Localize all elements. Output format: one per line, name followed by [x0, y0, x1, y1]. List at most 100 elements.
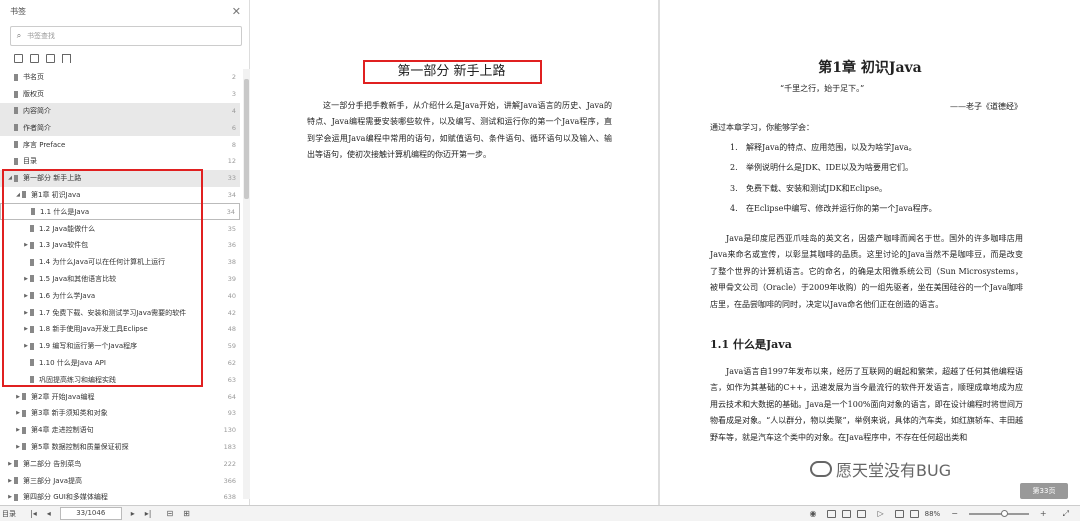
toc-item[interactable]: 目录 12 — [0, 153, 240, 170]
toc-item[interactable]: ▶ 第4章 走进控制语句 130 — [0, 422, 240, 439]
page-icon — [22, 409, 26, 417]
add-bookmark-icon[interactable] — [46, 54, 55, 63]
page-icon — [14, 124, 18, 132]
prev-page-icon[interactable]: ◂ — [47, 509, 51, 518]
toc-item[interactable]: 书名页 2 — [0, 69, 240, 86]
toc-item[interactable]: ▶ 第5章 数据控制和质量保证初探 183 — [0, 439, 240, 456]
chapter-paragraph-2: Java语言自1997年发布以来，经历了互联网的崛起和繁荣，超越了任何其他编程语… — [710, 367, 1023, 442]
page-icon — [14, 141, 18, 149]
expand-arrow-icon[interactable]: ▶ — [14, 394, 22, 400]
toc-item-page: 33 — [227, 174, 236, 183]
goal-item: 4. 在Eclipse中编写、修改并运行你的第一个Java程序。 — [730, 203, 937, 223]
page-icon — [22, 393, 26, 401]
chapter-quote: “千里之行，始于足下。” — [780, 84, 865, 93]
toc-item[interactable]: ▶ 第四部分 GUI和多媒体编程 638 — [0, 489, 240, 506]
expand-arrow-icon[interactable]: ▶ — [6, 461, 14, 467]
first-page-icon[interactable]: |◂ — [30, 509, 37, 518]
single-page-icon[interactable] — [827, 509, 837, 518]
toc-item[interactable]: 版权页 3 — [0, 86, 240, 103]
scrollbar-thumb[interactable] — [244, 79, 249, 199]
toc-item[interactable]: 作者简介 6 — [0, 119, 240, 137]
goal-item: 2. 举例说明什么是JDK、IDE以及为啥要用它们。 — [730, 162, 937, 182]
toc-item-page: 42 — [227, 308, 236, 317]
learning-goals: 1. 解释Java的特点、应用范围，以及为啥学Java。 2. 举例说明什么是JDK、… — [730, 142, 937, 223]
toc-item-label: 第4章 走进控制语句 — [31, 426, 94, 435]
goal-text: 在Eclipse中编写、修改并运行你的第一个Java程序。 — [746, 203, 937, 213]
expand-arrow-icon[interactable]: ▶ — [6, 494, 14, 500]
page-icon — [14, 477, 18, 485]
close-icon[interactable]: ✕ — [232, 5, 241, 18]
toc-item-label: 目录 — [23, 157, 37, 166]
toc-item[interactable]: 序言 Preface 8 — [0, 136, 240, 153]
bookmark-icon[interactable] — [62, 54, 71, 63]
toc-item-label: 第四部分 GUI和多媒体编程 — [23, 493, 108, 502]
toc-item-page: 62 — [227, 358, 236, 367]
page-icon — [14, 107, 18, 115]
zoom-in-icon[interactable]: + — [1040, 509, 1047, 518]
toc-item-label: 版权页 — [23, 90, 44, 99]
last-page-icon[interactable]: ▸| — [145, 509, 152, 518]
left-page: 第一部分 新手上路 这一部分手把手教新手，从介绍什么是Java开始，讲解Java… — [250, 0, 658, 505]
toc-item-page: 39 — [227, 274, 236, 283]
toc-item[interactable]: 内容简介 4 — [0, 102, 240, 120]
toc-item-page: 12 — [227, 157, 236, 166]
highlight-box-toc — [2, 169, 203, 387]
toc-item[interactable]: ▶ 第3章 新手须知类和对象 93 — [0, 405, 240, 422]
expand-all-icon[interactable] — [14, 54, 23, 63]
chapter-title: 第1章 初识Java — [818, 60, 922, 76]
toc-item-page: 36 — [227, 241, 236, 250]
toc-item-page: 130 — [223, 426, 236, 435]
toc-item-page: 366 — [223, 476, 236, 485]
toc-item[interactable]: ▶ 第三部分 Java提高 366 — [0, 472, 240, 489]
bookmark-search-input[interactable]: ⌕ 书签查找 — [10, 26, 242, 46]
sidebar-scrollbar[interactable] — [243, 69, 250, 499]
toc-item[interactable]: ▶ 第二部分 告别菜鸟 222 — [0, 455, 240, 472]
expand-arrow-icon[interactable]: ▶ — [14, 410, 22, 416]
goal-text: 举例说明什么是JDK、IDE以及为啥要用它们。 — [746, 163, 914, 173]
toc-item-label: 第3章 新手须知类和对象 — [31, 409, 108, 418]
wechat-icon — [810, 461, 832, 477]
chapter-paragraph-1: Java是印度尼西亚爪哇岛的英文名，因盛产咖啡而闻名于世。国外的许多咖啡店用Ja… — [710, 234, 1023, 309]
right-page: 第1章 初识Java “千里之行，始于足下。” ——老子《道德经》 通过本章学习… — [660, 0, 1080, 505]
view-tools: ◉ ▷ 88% − + ⤢ — [804, 506, 1074, 521]
watermark-text: 愿天堂没有BUG — [836, 461, 952, 480]
toc-item-label: 第三部分 Java提高 — [23, 476, 83, 485]
expand-arrow-icon[interactable]: ▶ — [14, 444, 22, 450]
toc-item-page: 34 — [227, 190, 236, 199]
zoom-level: 88% — [924, 509, 941, 518]
sidebar-header: 书签 ✕ — [0, 0, 249, 22]
collapse-all-icon[interactable] — [30, 54, 39, 63]
zoom-slider[interactable] — [968, 509, 1029, 517]
zoom-out-icon[interactable]: − — [951, 509, 958, 518]
fit-width-icon[interactable] — [909, 509, 919, 518]
toc-item-label: 第5章 数据控制和质量保证初探 — [31, 442, 129, 451]
toc-item-page: 38 — [227, 258, 236, 267]
fullscreen-icon[interactable]: ⤢ — [1063, 509, 1069, 519]
part-intro: 这一部分手把手教新手，从介绍什么是Java开始，讲解Java语言的历史、Java… — [307, 101, 612, 160]
toc-item-page: 2 — [231, 73, 236, 82]
goal-number: 1. — [730, 143, 738, 152]
continuous-icon[interactable] — [857, 509, 867, 518]
expand-arrow-icon[interactable]: ▶ — [14, 427, 22, 433]
page-number-input[interactable]: 33/1046 — [59, 507, 122, 520]
back-icon[interactable]: ⊟ — [166, 509, 173, 518]
fit-page-icon[interactable] — [894, 509, 904, 518]
toc-item-label: 第二部分 告别菜鸟 — [23, 459, 82, 468]
double-page-icon[interactable] — [842, 509, 852, 518]
page-icon — [14, 157, 18, 165]
toc-item[interactable]: ▶ 第2章 开始Java编程 64 — [0, 388, 240, 405]
goals-intro: 通过本章学习，你能够学会： — [710, 123, 814, 132]
toc-item-page: 34 — [226, 207, 235, 216]
forward-icon[interactable]: ⊞ — [183, 509, 190, 518]
expand-arrow-icon[interactable]: ▶ — [6, 478, 14, 484]
zoom-knob[interactable] — [1000, 509, 1008, 517]
sidebar-toolbar — [0, 46, 249, 68]
eye-icon[interactable]: ◉ — [809, 509, 816, 518]
quote-author: ——老子《道德经》 — [950, 102, 1022, 111]
play-icon[interactable]: ▷ — [877, 509, 883, 518]
toc-item-label: 作者简介 — [23, 123, 51, 132]
toc-item-page: 4 — [231, 106, 236, 115]
status-bar: 目录 |◂ ◂ 33/1046 ▸ ▸| ⊟ ⊞ ◉ ▷ 88% − + ⤢ — [0, 505, 1080, 521]
watermark: 愿天堂没有BUG — [810, 457, 951, 481]
next-page-icon[interactable]: ▸ — [131, 509, 135, 518]
